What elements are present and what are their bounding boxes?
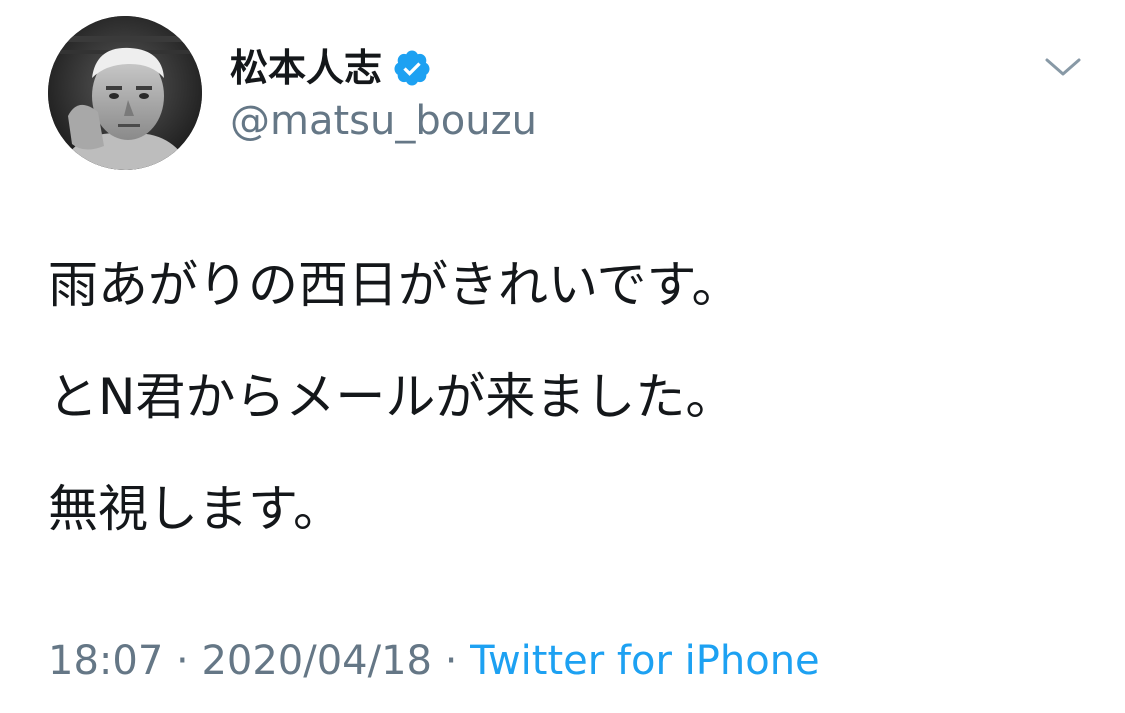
avatar-photo: [48, 16, 202, 170]
user-name-row[interactable]: 松本人志: [230, 40, 432, 96]
tweet-source-link[interactable]: Twitter for iPhone: [470, 638, 820, 684]
tweet-line: とN君からメールが来ました。: [48, 368, 736, 426]
meta-separator: ·: [163, 638, 202, 684]
avatar[interactable]: [48, 16, 202, 170]
tweet-line: 無視します。: [48, 480, 343, 538]
tweet-meta: 18:07 · 2020/04/18 · Twitter for iPhone: [48, 636, 820, 686]
meta-separator: ·: [431, 638, 471, 684]
user-handle[interactable]: @matsu_bouzu: [230, 96, 537, 146]
display-name[interactable]: 松本人志: [230, 49, 382, 87]
tweet-time[interactable]: 18:07: [48, 638, 163, 684]
tweet-line: 雨あがりの西日がきれいです。: [48, 256, 742, 314]
tweet-menu-button[interactable]: [1040, 52, 1086, 82]
tweet-text: 雨あがりの西日がきれいです。 とN君からメールが来ました。 無視します。: [48, 248, 1088, 584]
verified-badge-icon: [392, 48, 432, 88]
chevron-down-icon: [1045, 58, 1081, 76]
tweet-date[interactable]: 2020/04/18: [201, 638, 432, 684]
